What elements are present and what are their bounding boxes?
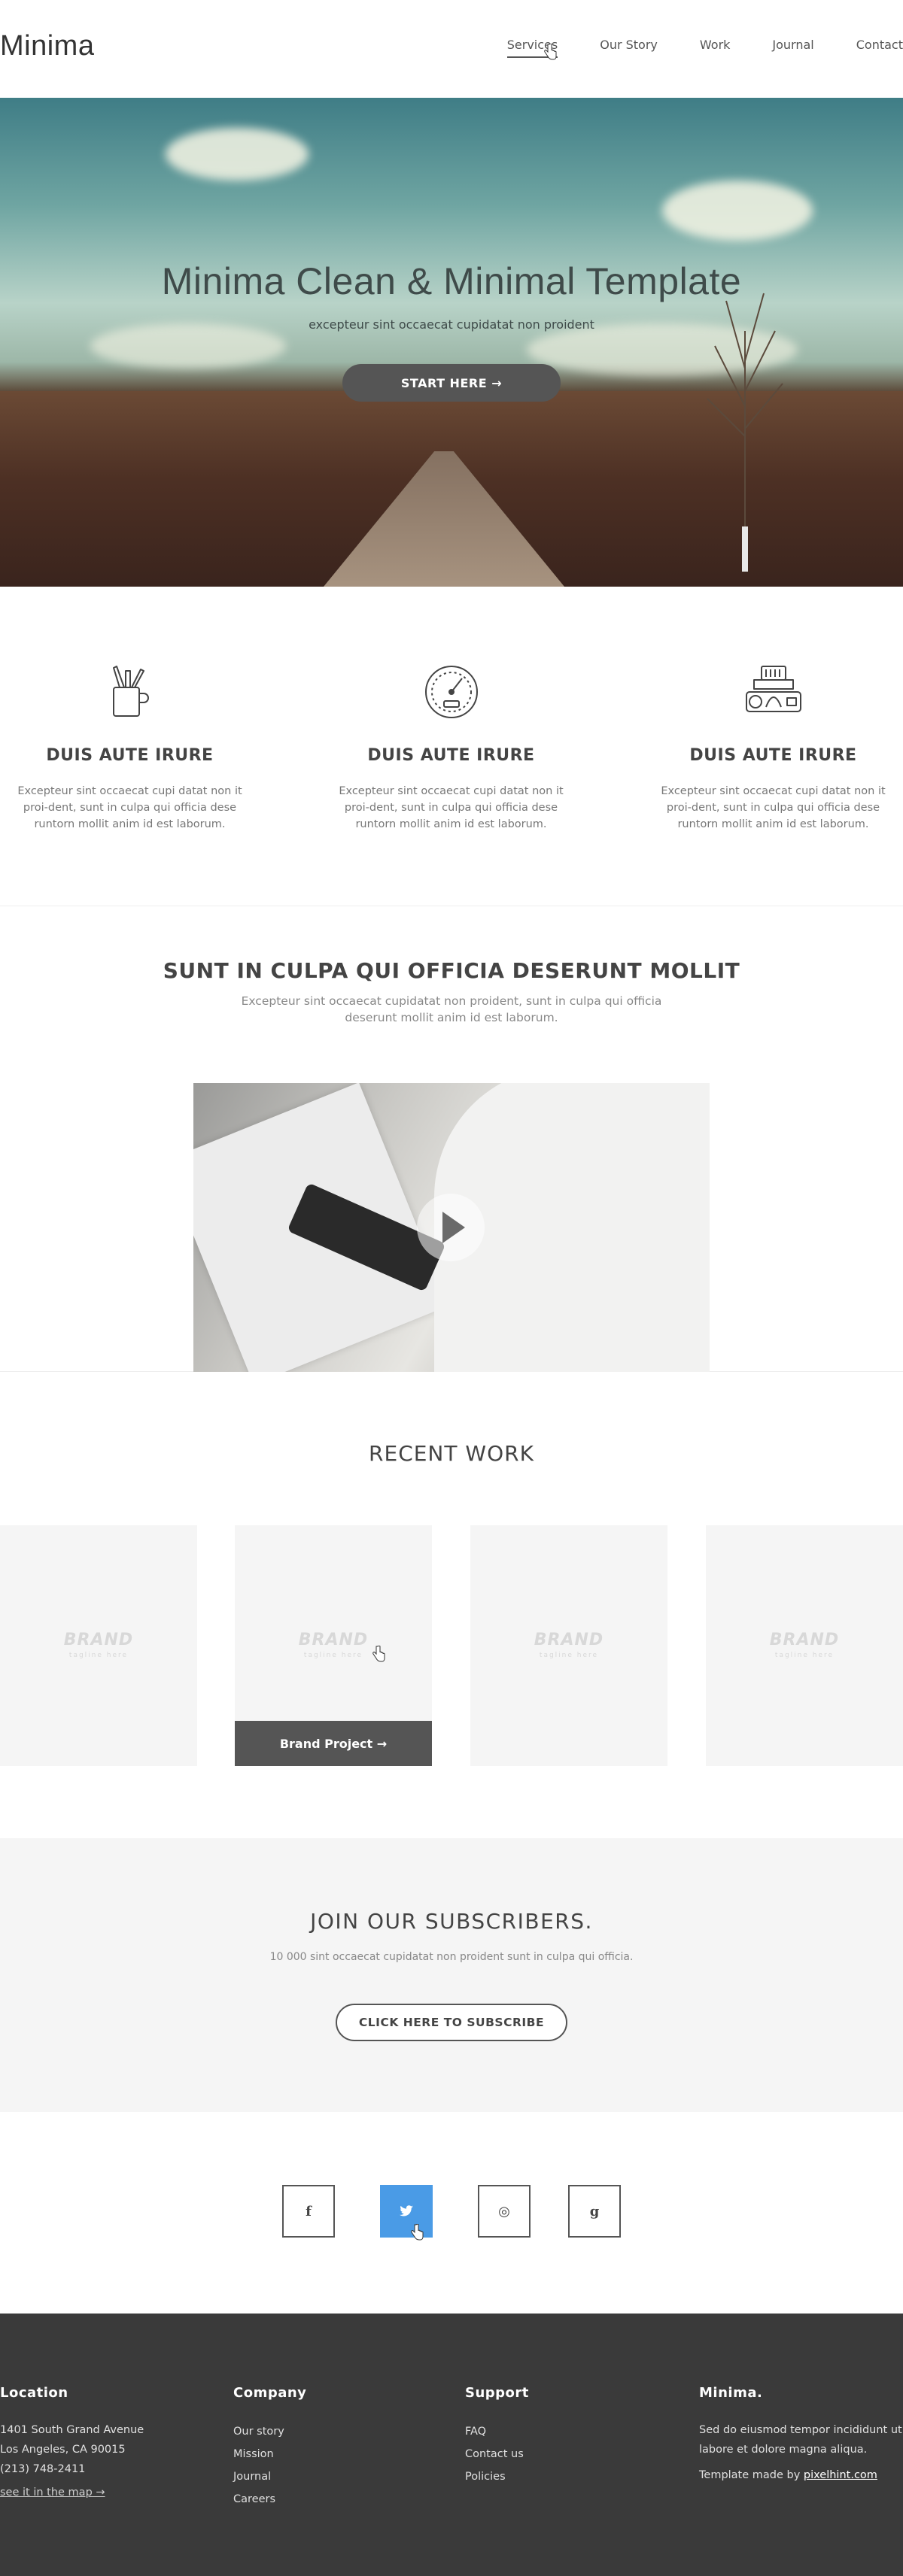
feature-item: DUIS AUTE IRURE Excepteur sint occaecat … xyxy=(321,662,581,833)
cloud xyxy=(662,181,813,241)
feature-title: DUIS AUTE IRURE xyxy=(367,746,535,765)
hand-cursor-icon xyxy=(372,1646,385,1662)
footer-credit: Template made by pixelhint.com xyxy=(699,2465,903,2485)
cloud xyxy=(166,128,309,181)
section-title: SUNT IN CULPA QUI OFFICIA DESERUNT MOLLI… xyxy=(163,958,740,983)
work-card[interactable]: BRAND tagline here xyxy=(706,1525,903,1766)
hand-cursor-icon xyxy=(544,44,557,60)
section-title: RECENT WORK xyxy=(369,1441,534,1466)
start-here-button[interactable]: START HERE → xyxy=(342,364,561,402)
feature-item: DUIS AUTE IRURE Excepteur sint occaecat … xyxy=(0,662,260,833)
google-icon[interactable]: g xyxy=(568,2185,621,2238)
footer-heading: Minima. xyxy=(699,2385,763,2401)
subscribe-section: JOIN OUR SUBSCRIBERS. 10 000 sint occaec… xyxy=(0,1838,903,2112)
footer-company: Company Our story Mission Journal Career… xyxy=(233,2385,306,2511)
map-link[interactable]: see it in the map → xyxy=(0,2486,105,2499)
footer-about-text: Sed do eiusmod tempor incididunt ut labo… xyxy=(699,2424,902,2456)
pencil-cup-icon xyxy=(112,666,149,717)
footer-heading: Company xyxy=(233,2385,307,2401)
footer-heading: Support xyxy=(465,2385,529,2401)
address-line: Los Angeles, CA 90015 xyxy=(0,2444,126,2456)
hero-subtitle: excepteur sint occaecat cupidatat non pr… xyxy=(309,317,594,332)
footer-about: Minima. Sed do eiusmod tempor incididunt… xyxy=(699,2385,903,2485)
brand-tagline: tagline here xyxy=(539,1652,599,1659)
phone-number: (213) 748-2411 xyxy=(0,2463,86,2475)
feature-text: Excepteur sint occaecat cupi datat non i… xyxy=(17,785,242,830)
footer-link-journal[interactable]: Journal xyxy=(233,2465,306,2488)
main-nav: Services Our Story Work Journal Contact xyxy=(465,38,903,58)
subscribe-button[interactable]: CLICK HERE TO SUBSCRIBE xyxy=(336,2004,567,2041)
footer-support: Support FAQ Contact us Policies xyxy=(465,2385,529,2488)
feature-item: DUIS AUTE IRURE Excepteur sint occaecat … xyxy=(643,662,903,833)
section-text: Excepteur sint occaecat cupidatat non pr… xyxy=(241,994,662,1024)
camera-icon xyxy=(745,666,801,712)
twitter-icon[interactable] xyxy=(380,2185,433,2241)
work-card[interactable]: BRAND tagline here Brand Project → xyxy=(235,1525,432,1766)
hand-cursor-icon xyxy=(411,2224,424,2241)
address-line: 1401 South Grand Avenue xyxy=(0,2424,144,2436)
nav-work[interactable]: Work xyxy=(700,38,731,52)
facebook-icon[interactable]: f xyxy=(282,2185,335,2238)
nav-contact[interactable]: Contact xyxy=(856,38,903,52)
footer-location: Location 1401 South Grand Avenue Los Ang… xyxy=(0,2385,144,2499)
play-icon[interactable] xyxy=(417,1194,485,1261)
nav-our-story[interactable]: Our Story xyxy=(600,38,658,52)
brand-tagline: tagline here xyxy=(303,1652,363,1659)
section-title: JOIN OUR SUBSCRIBERS. xyxy=(310,1909,593,1934)
hero-title: Minima Clean & Minimal Template xyxy=(161,260,742,302)
feature-title: DUIS AUTE IRURE xyxy=(689,746,857,765)
footer-link-careers[interactable]: Careers xyxy=(233,2488,306,2511)
hero-banner: Minima Clean & Minimal Template excepteu… xyxy=(0,98,903,587)
video-section: SUNT IN CULPA QUI OFFICIA DESERUNT MOLLI… xyxy=(0,907,903,1372)
nav-journal[interactable]: Journal xyxy=(772,38,813,52)
brand-logo-text: BRAND xyxy=(534,1631,604,1649)
work-card[interactable]: BRAND tagline here xyxy=(470,1525,667,1766)
credit-prefix: Template made by xyxy=(699,2469,804,2481)
brand-tagline: tagline here xyxy=(774,1652,835,1659)
feature-text: Excepteur sint occaecat cupi datat non i… xyxy=(661,785,886,830)
brand-logo-text: BRAND xyxy=(298,1631,369,1649)
dribbble-icon[interactable]: ◎ xyxy=(478,2185,531,2238)
footer-link-policies[interactable]: Policies xyxy=(465,2465,529,2488)
feature-text: Excepteur sint occaecat cupi datat non i… xyxy=(339,785,564,830)
speedometer-icon xyxy=(424,666,478,718)
credit-link[interactable]: pixelhint.com xyxy=(804,2469,877,2481)
social-links: f ◎ g xyxy=(0,2112,903,2314)
features-section: DUIS AUTE IRURE Excepteur sint occaecat … xyxy=(0,587,903,906)
recent-work-section: RECENT WORK BRAND tagline here BRAND tag… xyxy=(0,1372,903,1838)
brand-logo-text: BRAND xyxy=(769,1631,840,1649)
logo[interactable]: Minima xyxy=(0,30,94,62)
footer-heading: Location xyxy=(0,2385,68,2401)
work-card[interactable]: BRAND tagline here xyxy=(0,1525,197,1766)
twitter-bird-glyph xyxy=(400,2205,413,2216)
footer-link-contact-us[interactable]: Contact us xyxy=(465,2443,529,2465)
section-text: 10 000 sint occaecat cupidatat non proid… xyxy=(269,1951,634,1963)
site-header: Minima Services Our Story Work Journal C… xyxy=(0,0,903,98)
feature-title: DUIS AUTE IRURE xyxy=(46,746,214,765)
footer-link-faq[interactable]: FAQ xyxy=(465,2420,529,2443)
site-footer: Location 1401 South Grand Avenue Los Ang… xyxy=(0,2314,903,2576)
brand-logo-text: BRAND xyxy=(63,1631,134,1649)
footer-link-our-story[interactable]: Our story xyxy=(233,2420,306,2443)
brand-project-link[interactable]: Brand Project → xyxy=(235,1721,432,1766)
footer-link-mission[interactable]: Mission xyxy=(233,2443,306,2465)
video-player[interactable] xyxy=(193,1083,710,1372)
brand-tagline: tagline here xyxy=(68,1652,129,1659)
